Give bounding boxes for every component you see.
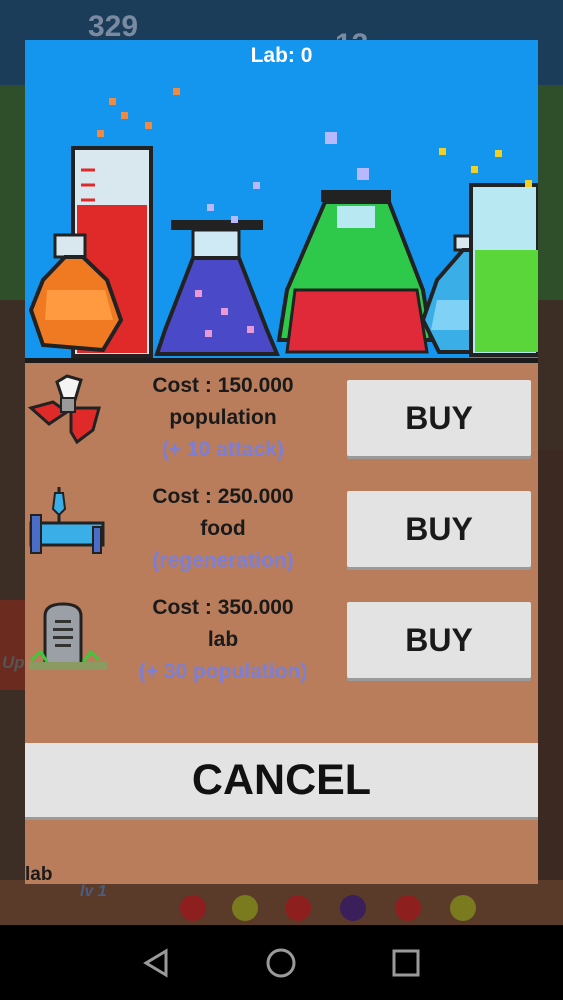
item-bonus: (+ 30 population): [138, 660, 308, 683]
item-bonus: (regeneration): [152, 549, 294, 572]
fruit-icon: [285, 895, 311, 921]
back-icon[interactable]: [136, 943, 176, 983]
game-level-label: lv 1: [80, 883, 107, 900]
upgrade-row: Cost : 250.000 food (regeneration) BUY: [25, 477, 538, 588]
fruit-icon: [395, 895, 421, 921]
lab-header: Lab: 0: [25, 40, 538, 363]
footer-lab-label: lab: [25, 864, 53, 885]
bed-iv-icon: [29, 487, 105, 554]
recents-icon[interactable]: [386, 943, 426, 983]
upgrade-row: Cost : 150.000 population (+ 10 attack) …: [25, 366, 538, 477]
game-stat-value: 329: [88, 10, 139, 43]
item-resource: food: [200, 517, 246, 540]
fruit-icon: [340, 895, 366, 921]
game-up-label: Up: [2, 653, 25, 672]
home-icon[interactable]: [261, 943, 301, 983]
upgrade-row: Cost : 350.000 lab (+ 30 population) BUY: [25, 588, 538, 699]
fruit-icon: [450, 895, 476, 921]
game-upgrade-arrow: [0, 600, 25, 690]
item-cost: Cost : 350.000: [152, 596, 294, 619]
lab-count-title: Lab: 0: [250, 44, 313, 67]
item-bonus: (+ 10 attack): [162, 438, 284, 461]
gravestone-icon: [29, 602, 107, 670]
android-nav-bar: [0, 925, 563, 1000]
fruit-icon: [232, 895, 258, 921]
buy-button-regeneration[interactable]: BUY: [347, 491, 531, 567]
item-resource: population: [169, 406, 277, 429]
item-cost: Cost : 250.000: [152, 485, 294, 508]
item-resource: lab: [207, 628, 239, 651]
fruit-icon: [180, 895, 206, 921]
item-cost: Cost : 150.000: [152, 374, 294, 397]
cancel-button[interactable]: CANCEL: [25, 743, 538, 817]
header-divider: [25, 358, 538, 363]
buy-button-population[interactable]: BUY: [347, 602, 531, 678]
buy-button-attack[interactable]: BUY: [347, 380, 531, 456]
winged-creature-icon: [27, 374, 101, 445]
game-right-side: [538, 450, 563, 880]
lab-flasks-illustration: [28, 88, 538, 358]
lab-dialog: Lab: 0 Cost : 150.000 population (+ 10 a…: [25, 40, 538, 885]
